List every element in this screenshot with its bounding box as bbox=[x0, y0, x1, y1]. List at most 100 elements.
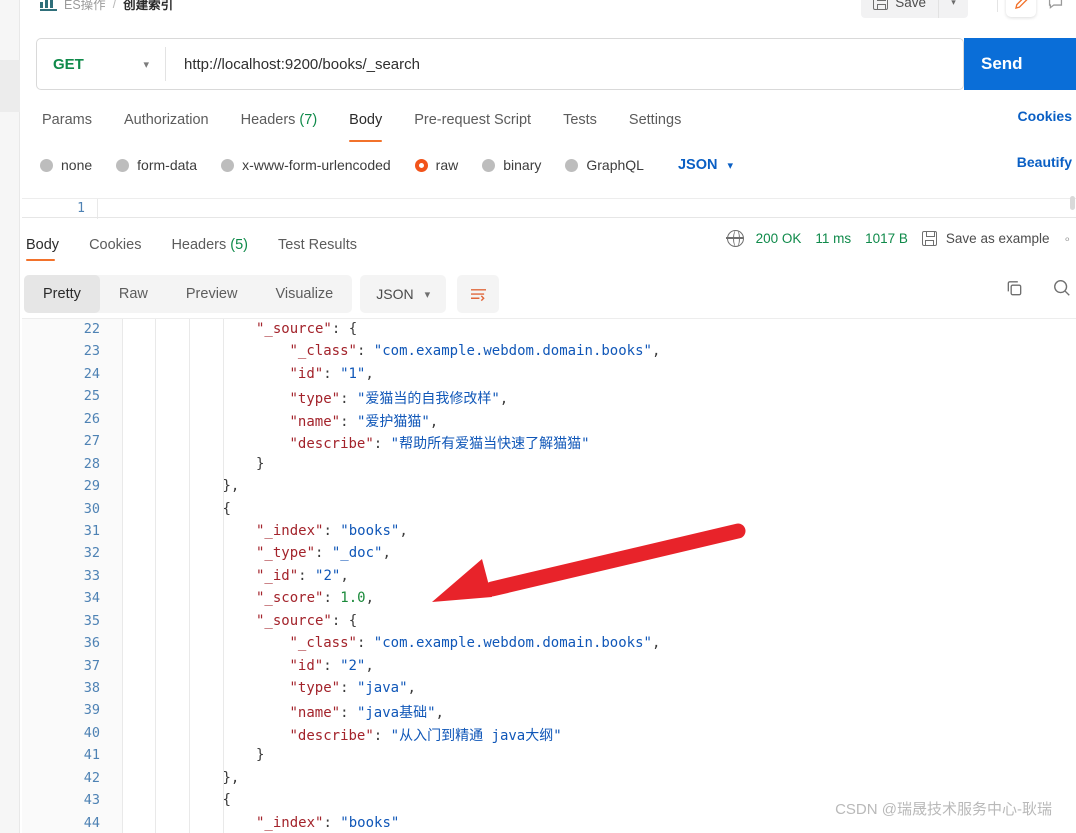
line-number: 25 bbox=[83, 388, 100, 405]
line-number: 31 bbox=[83, 522, 100, 539]
chevron-down-icon: ▾ bbox=[951, 0, 956, 7]
view-mode-pretty[interactable]: Pretty bbox=[24, 275, 100, 313]
response-tab-body[interactable]: Body bbox=[22, 228, 75, 262]
response-format-label: JSON bbox=[376, 286, 414, 302]
word-wrap-icon[interactable] bbox=[457, 275, 500, 313]
line-number: 22 bbox=[83, 321, 100, 337]
code-line: 37 "id": "2", bbox=[22, 656, 1076, 678]
left-rail-active-marker bbox=[0, 60, 20, 112]
tab-label: Body bbox=[349, 112, 383, 128]
code-text: "_class": "com.example.webdom.domain.boo… bbox=[289, 635, 661, 652]
collection-icon bbox=[40, 0, 57, 11]
view-mode-group: Pretty Raw Preview Visualize bbox=[24, 275, 353, 313]
tab-label: Cookies bbox=[89, 237, 142, 253]
response-size: 1017 B bbox=[865, 231, 908, 246]
save-as-example-button[interactable]: Save as example bbox=[921, 231, 1049, 246]
line-number: 40 bbox=[83, 724, 100, 741]
save-button-label: Save bbox=[895, 0, 926, 10]
pencil-icon[interactable] bbox=[1006, 0, 1036, 17]
code-line: 30 { bbox=[22, 499, 1076, 521]
code-text: "type": "爱猫当的自我修改样", bbox=[289, 391, 509, 408]
line-number: 30 bbox=[83, 500, 100, 517]
method-selector[interactable]: GET ▾ bbox=[37, 39, 165, 89]
code-line: 29}, bbox=[22, 476, 1076, 498]
search-icon[interactable] bbox=[1052, 278, 1072, 303]
body-format-selector[interactable]: JSON ▾ bbox=[678, 157, 733, 173]
view-mode-visualize[interactable]: Visualize bbox=[256, 275, 352, 313]
top-right-icons bbox=[997, 0, 1070, 18]
radio-raw[interactable]: raw bbox=[414, 157, 458, 173]
breadcrumb-collection[interactable]: ES操作 bbox=[64, 0, 106, 13]
line-number: 28 bbox=[83, 455, 100, 472]
view-mode-preview[interactable]: Preview bbox=[167, 275, 257, 313]
code-line: 40 "describe": "从入门到精通 java大纲" bbox=[22, 723, 1076, 745]
code-line: 42}, bbox=[22, 768, 1076, 790]
code-text: "_id": "2", bbox=[256, 567, 349, 584]
line-number: 32 bbox=[83, 545, 100, 562]
response-tab-cookies[interactable]: Cookies bbox=[89, 228, 157, 262]
radio-label: none bbox=[61, 157, 93, 173]
line-number: 43 bbox=[83, 792, 100, 809]
response-tabs: Body Cookies Headers (5) Test Results bbox=[22, 228, 387, 262]
breadcrumb: ES操作 / 创建索引 bbox=[40, 0, 173, 13]
code-line: 27 "describe": "帮助所有爱猫当快速了解猫猫" bbox=[22, 431, 1076, 453]
line-number: 24 bbox=[83, 365, 100, 382]
breadcrumb-bar: ES操作 / 创建索引 Save ▾ bbox=[20, 0, 1076, 22]
floppy-disk-icon bbox=[873, 0, 889, 10]
code-text: { bbox=[222, 500, 231, 517]
response-tab-headers[interactable]: Headers (5) bbox=[171, 228, 264, 262]
chevron-down-icon: ▾ bbox=[727, 159, 733, 172]
radio-x-www-form-urlencoded[interactable]: x-www-form-urlencoded bbox=[221, 157, 391, 173]
cookies-link[interactable]: Cookies bbox=[1018, 108, 1072, 124]
tab-headers[interactable]: Headers (7) bbox=[225, 102, 334, 138]
line-number: 1 bbox=[77, 201, 85, 216]
response-format-selector[interactable]: JSON ▾ bbox=[360, 275, 447, 313]
radio-form-data[interactable]: form-data bbox=[116, 157, 197, 173]
line-number: 44 bbox=[83, 814, 100, 831]
code-text: } bbox=[256, 455, 265, 472]
radio-dot bbox=[116, 158, 130, 172]
tab-count: (5) bbox=[230, 237, 248, 253]
tab-pre-request-script[interactable]: Pre-request Script bbox=[398, 102, 547, 138]
line-number: 35 bbox=[83, 612, 100, 629]
radio-binary[interactable]: binary bbox=[482, 157, 541, 173]
radio-dot bbox=[221, 158, 235, 172]
line-number: 37 bbox=[83, 657, 100, 674]
save-button[interactable]: Save bbox=[861, 0, 938, 18]
copy-icon[interactable] bbox=[1005, 279, 1024, 303]
more-options-icon[interactable]: ∘ bbox=[1063, 232, 1072, 246]
code-text: }, bbox=[222, 478, 240, 495]
response-tab-test-results[interactable]: Test Results bbox=[278, 228, 373, 262]
radio-none[interactable]: none bbox=[40, 157, 92, 173]
save-dropdown-button[interactable]: ▾ bbox=[938, 0, 968, 18]
tab-params[interactable]: Params bbox=[26, 102, 108, 138]
line-number: 36 bbox=[83, 635, 100, 652]
url-input[interactable]: http://localhost:9200/books/_search bbox=[166, 56, 963, 73]
response-time: 11 ms bbox=[815, 231, 852, 246]
code-line: 31 "_index": "books", bbox=[22, 521, 1076, 543]
code-line: 33 "_id": "2", bbox=[22, 566, 1076, 588]
tab-authorization[interactable]: Authorization bbox=[108, 102, 225, 138]
radio-graphql[interactable]: GraphQL bbox=[565, 157, 644, 173]
line-number: 27 bbox=[83, 433, 100, 450]
view-mode-raw[interactable]: Raw bbox=[100, 275, 167, 313]
beautify-link[interactable]: Beautify bbox=[1017, 154, 1072, 170]
tab-tests[interactable]: Tests bbox=[547, 102, 613, 138]
scrollbar-thumb[interactable] bbox=[1070, 196, 1075, 210]
request-body-editor[interactable]: 1 bbox=[22, 198, 1076, 219]
code-line: 41} bbox=[22, 745, 1076, 767]
code-text: "_index": "books", bbox=[256, 522, 408, 539]
tab-count: (7) bbox=[299, 112, 318, 128]
code-text: "id": "1", bbox=[289, 365, 374, 382]
response-body-viewer[interactable]: 22 "_source": {23 "_class": "com.example.w… bbox=[22, 318, 1076, 833]
send-button[interactable]: Send bbox=[964, 38, 1076, 90]
postman-window: ES操作 / 创建索引 Save ▾ GET ▾ http://localhos… bbox=[0, 0, 1076, 833]
line-number: 34 bbox=[83, 590, 100, 607]
tab-settings[interactable]: Settings bbox=[613, 102, 697, 138]
radio-dot bbox=[565, 158, 579, 172]
left-rail bbox=[0, 0, 20, 833]
url-box: GET ▾ http://localhost:9200/books/_searc… bbox=[36, 38, 964, 90]
comment-icon[interactable] bbox=[1040, 0, 1070, 17]
tab-body[interactable]: Body bbox=[333, 102, 398, 142]
breadcrumb-separator: / bbox=[112, 0, 117, 11]
